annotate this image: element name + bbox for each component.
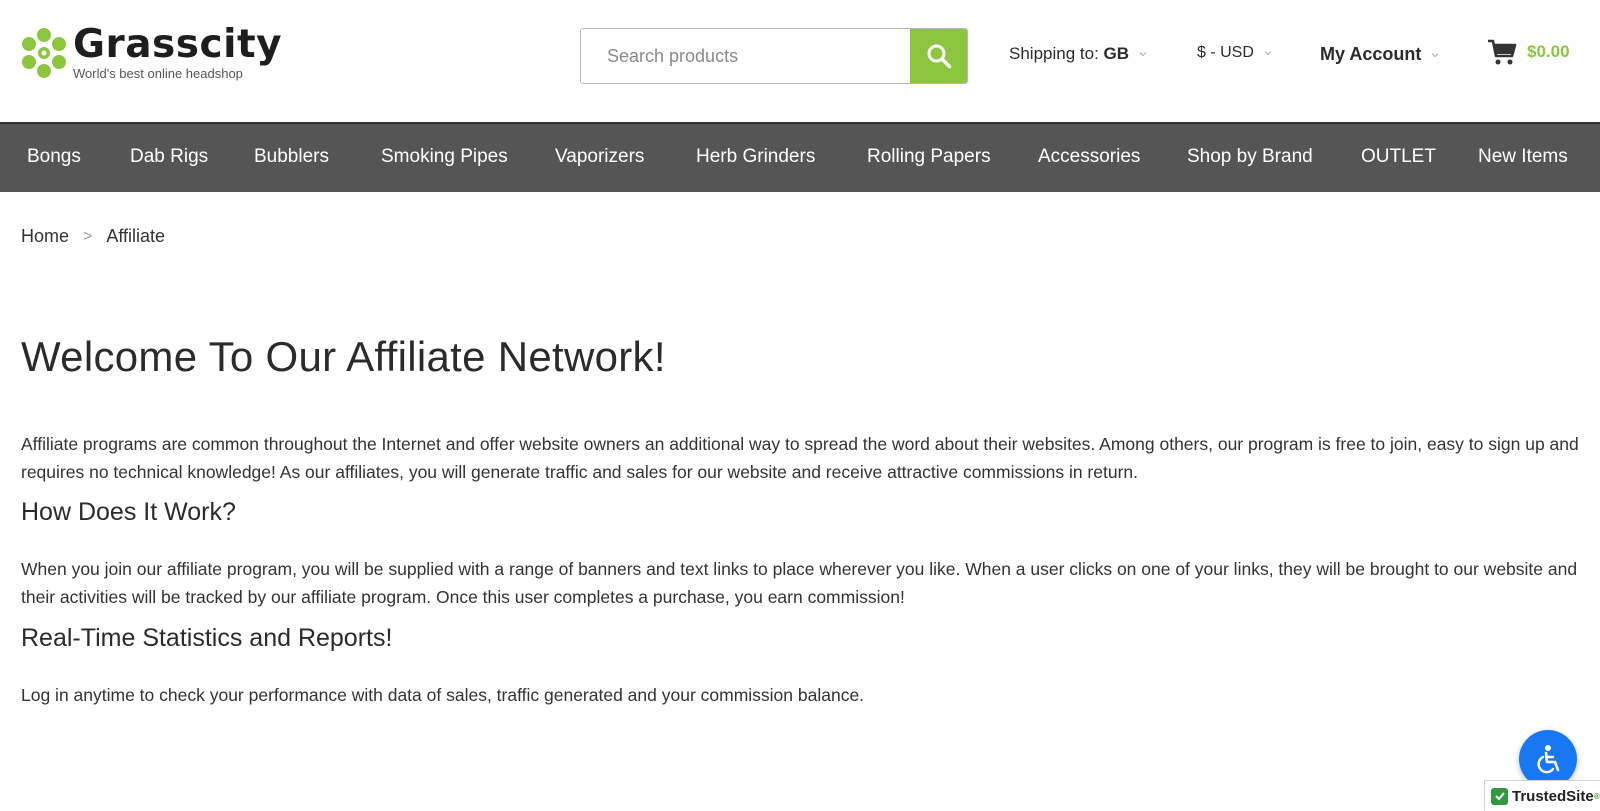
statistics-paragraph: Log in anytime to check your performance… xyxy=(21,685,865,705)
chevron-down-icon xyxy=(1264,51,1272,56)
check-icon xyxy=(1491,787,1508,805)
breadcrumb-current: Affiliate xyxy=(106,226,166,246)
wheelchair-icon xyxy=(1537,745,1560,774)
brand-tagline: World's best online headshop xyxy=(73,66,243,81)
breadcrumb-separator: > xyxy=(83,227,93,245)
main-content: Welcome To Our Affiliate Network! Affili… xyxy=(21,330,1581,705)
search-input[interactable] xyxy=(581,29,910,83)
nav-item-shop-by-brand[interactable]: Shop by Brand xyxy=(1187,146,1313,168)
shipping-label: Shipping to: xyxy=(1009,44,1099,63)
trustedsite-badge[interactable]: TrustedSite ® xyxy=(1484,780,1600,811)
nav-item-rolling-papers[interactable]: Rolling Papers xyxy=(867,146,991,168)
nav-item-new-items[interactable]: New Items xyxy=(1478,146,1568,168)
cart-button[interactable]: $0.00 xyxy=(1487,38,1570,66)
cart-icon xyxy=(1488,39,1517,65)
chevron-down-icon xyxy=(1139,52,1147,57)
brand-logo[interactable]: Grasscity World's best online headshop xyxy=(21,25,282,81)
main-navigation: Bongs Dab Rigs Bubblers Smoking Pipes Va… xyxy=(0,122,1600,192)
nav-item-vaporizers[interactable]: Vaporizers xyxy=(555,146,644,168)
nav-item-bubblers[interactable]: Bubblers xyxy=(254,146,329,168)
search-bar xyxy=(580,28,968,84)
cart-total: $0.00 xyxy=(1527,42,1570,61)
account-menu[interactable]: My Account xyxy=(1320,44,1439,65)
chevron-down-icon xyxy=(1431,52,1439,57)
trustedsite-mark: ® xyxy=(1593,791,1600,801)
intro-paragraph: Affiliate programs are common throughout… xyxy=(21,434,1579,482)
nav-item-bongs[interactable]: Bongs xyxy=(27,146,81,168)
nav-item-herb-grinders[interactable]: Herb Grinders xyxy=(696,146,815,168)
lime-logo-icon xyxy=(21,25,67,81)
breadcrumb-home[interactable]: Home xyxy=(21,226,69,247)
nav-item-accessories[interactable]: Accessories xyxy=(1038,146,1140,168)
page-title: Welcome To Our Affiliate Network! xyxy=(21,333,666,380)
search-button[interactable] xyxy=(910,29,967,83)
breadcrumb: Home > Affiliate xyxy=(21,226,165,247)
search-icon xyxy=(927,44,951,69)
account-label: My Account xyxy=(1320,44,1422,64)
how-it-works-paragraph: When you join our affiliate program, you… xyxy=(21,559,1578,607)
nav-item-outlet[interactable]: OUTLET xyxy=(1361,146,1436,168)
nav-item-smoking-pipes[interactable]: Smoking Pipes xyxy=(381,146,508,168)
section-heading-statistics: Real-Time Statistics and Reports! xyxy=(21,624,393,652)
currency-selector[interactable]: $ - USD xyxy=(1197,44,1272,62)
brand-name: Grasscity xyxy=(73,22,283,67)
nav-item-dab-rigs[interactable]: Dab Rigs xyxy=(130,146,208,168)
currency-value: $ - USD xyxy=(1197,44,1254,61)
shipping-selector[interactable]: Shipping to: GB xyxy=(1009,44,1147,64)
site-header: Grasscity World's best online headshop S… xyxy=(0,0,1600,122)
trustedsite-label: TrustedSite xyxy=(1512,787,1594,805)
section-heading-how-it-works: How Does It Work? xyxy=(21,498,236,526)
shipping-country: GB xyxy=(1103,44,1130,63)
